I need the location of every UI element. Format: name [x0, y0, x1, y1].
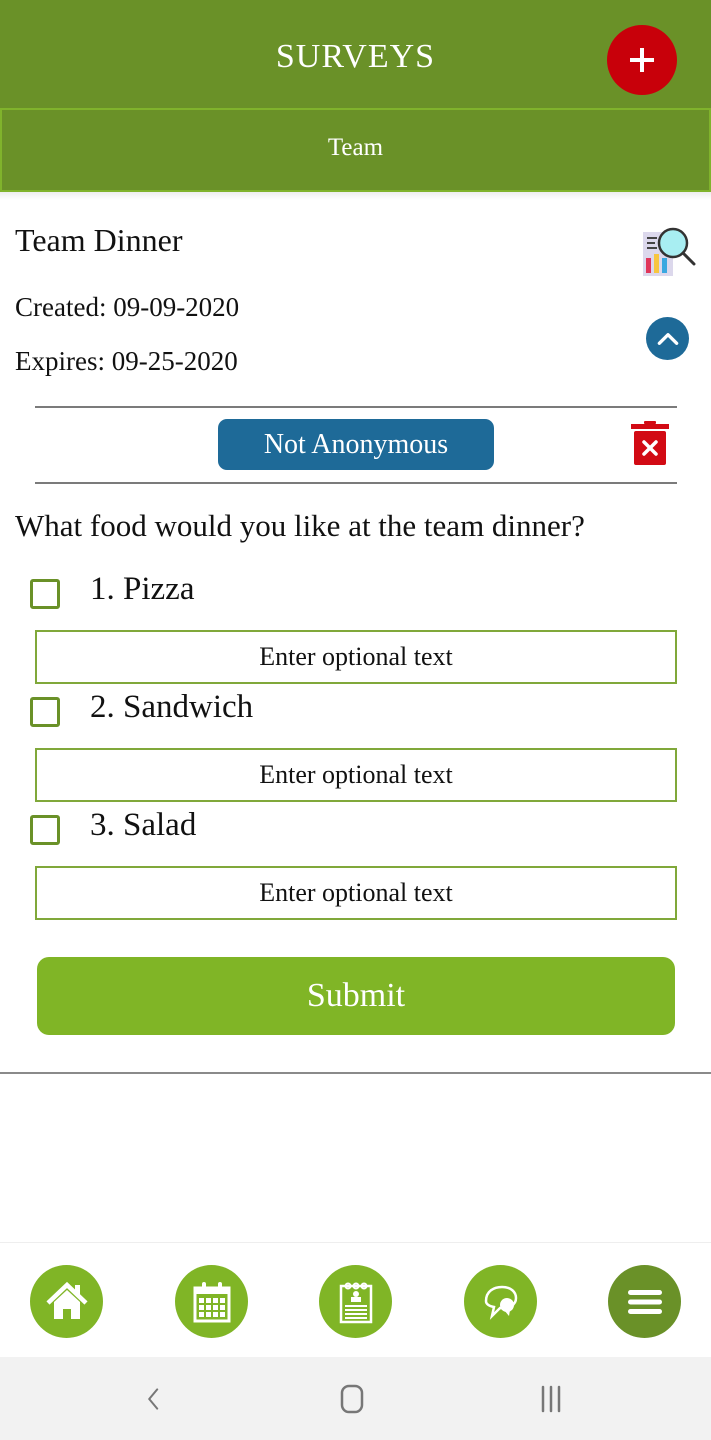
option-label: 3. Salad: [90, 807, 197, 843]
chart-search-icon: [643, 227, 696, 276]
add-survey-button[interactable]: [607, 25, 677, 95]
divider: [35, 482, 677, 484]
delete-survey-button[interactable]: [631, 421, 669, 465]
back-icon: [148, 1388, 159, 1410]
plus-icon: [630, 48, 654, 72]
chevron-up-icon: [657, 332, 678, 345]
option-item: 3. Salad: [0, 807, 711, 935]
clipboard-icon: [339, 1282, 372, 1323]
home-circle-icon: [340, 1384, 364, 1414]
system-recent-apps-button[interactable]: [531, 1379, 571, 1419]
recent-apps-icon: [541, 1385, 561, 1413]
app-header: SURVEYS: [0, 0, 711, 108]
option-checkbox[interactable]: [30, 579, 60, 609]
option-label: 2. Sandwich: [90, 689, 254, 725]
survey-question: What food would you like at the team din…: [15, 508, 585, 543]
nav-chat-button[interactable]: [464, 1265, 537, 1338]
optional-text-input[interactable]: [35, 866, 677, 920]
system-back-button[interactable]: [134, 1379, 174, 1419]
nav-home-button[interactable]: [30, 1265, 103, 1338]
tab-team[interactable]: Team: [0, 108, 711, 192]
trash-icon: [631, 421, 669, 465]
created-date: Created: 09-09-2020: [15, 292, 240, 322]
system-navigation-bar: [0, 1357, 711, 1440]
hamburger-menu-icon: [627, 1289, 662, 1314]
tab-shadow: [0, 192, 711, 200]
optional-text-input[interactable]: [35, 748, 677, 802]
tab-label: Team: [327, 134, 384, 161]
option-item: 2. Sandwich: [0, 689, 711, 817]
view-results-button[interactable]: [640, 224, 698, 278]
nav-menu-button[interactable]: [608, 1265, 681, 1338]
nav-surveys-button[interactable]: [319, 1265, 392, 1338]
nav-calendar-button[interactable]: [175, 1265, 248, 1338]
option-checkbox[interactable]: [30, 815, 60, 845]
divider: [0, 1072, 711, 1074]
home-icon: [45, 1281, 88, 1319]
divider: [35, 406, 677, 408]
survey-title: Team Dinner: [15, 222, 183, 258]
option-item: 1. Pizza: [0, 571, 711, 699]
submit-button[interactable]: Submit: [37, 957, 675, 1035]
bottom-navigation: [0, 1242, 711, 1358]
collapse-button[interactable]: [646, 317, 689, 360]
page-title: SURVEYS: [275, 38, 436, 75]
option-label: 1. Pizza: [90, 571, 195, 607]
anonymity-badge[interactable]: Not Anonymous: [218, 419, 494, 470]
expiry-date: Expires: 09-25-2020: [15, 346, 238, 376]
chat-bubbles-icon: [484, 1285, 517, 1320]
option-checkbox[interactable]: [30, 697, 60, 727]
calendar-icon: [193, 1281, 230, 1322]
system-home-button[interactable]: [332, 1379, 372, 1419]
optional-text-input[interactable]: [35, 630, 677, 684]
